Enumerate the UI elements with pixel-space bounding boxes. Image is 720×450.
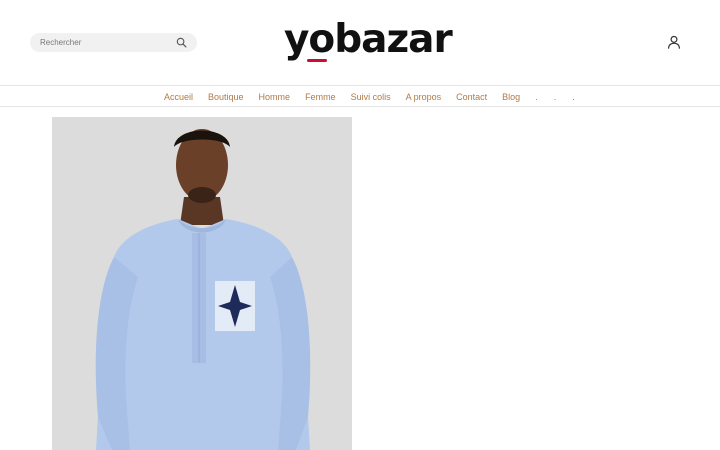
nav-item-femme[interactable]: Femme: [305, 92, 336, 102]
nav-item-a-propos[interactable]: A propos: [406, 92, 442, 102]
nav-item-suivi-colis[interactable]: Suivi colis: [351, 92, 391, 102]
nav-item-extra-3[interactable]: .: [572, 92, 575, 102]
site-header: yobazar: [0, 0, 720, 85]
logo-accent-underline: [307, 59, 327, 62]
main-navigation: Accueil Boutique Homme Femme Suivi colis…: [0, 85, 720, 107]
search-bar[interactable]: [30, 33, 197, 52]
search-icon[interactable]: [176, 37, 187, 48]
user-icon[interactable]: [667, 35, 681, 49]
nav-menu: Accueil Boutique Homme Femme Suivi colis…: [164, 86, 591, 108]
logo-text: yobazar: [284, 17, 453, 62]
search-input[interactable]: [40, 33, 170, 52]
nav-item-extra-2[interactable]: .: [554, 92, 557, 102]
nav-item-accueil[interactable]: Accueil: [164, 92, 193, 102]
nav-item-contact[interactable]: Contact: [456, 92, 487, 102]
nav-item-boutique[interactable]: Boutique: [208, 92, 244, 102]
product-photo-illustration: [52, 117, 352, 450]
nav-item-extra-1[interactable]: .: [535, 92, 538, 102]
site-logo[interactable]: yobazar: [284, 16, 453, 68]
product-image[interactable]: [52, 117, 352, 450]
nav-item-blog[interactable]: Blog: [502, 92, 520, 102]
nav-item-homme[interactable]: Homme: [259, 92, 291, 102]
